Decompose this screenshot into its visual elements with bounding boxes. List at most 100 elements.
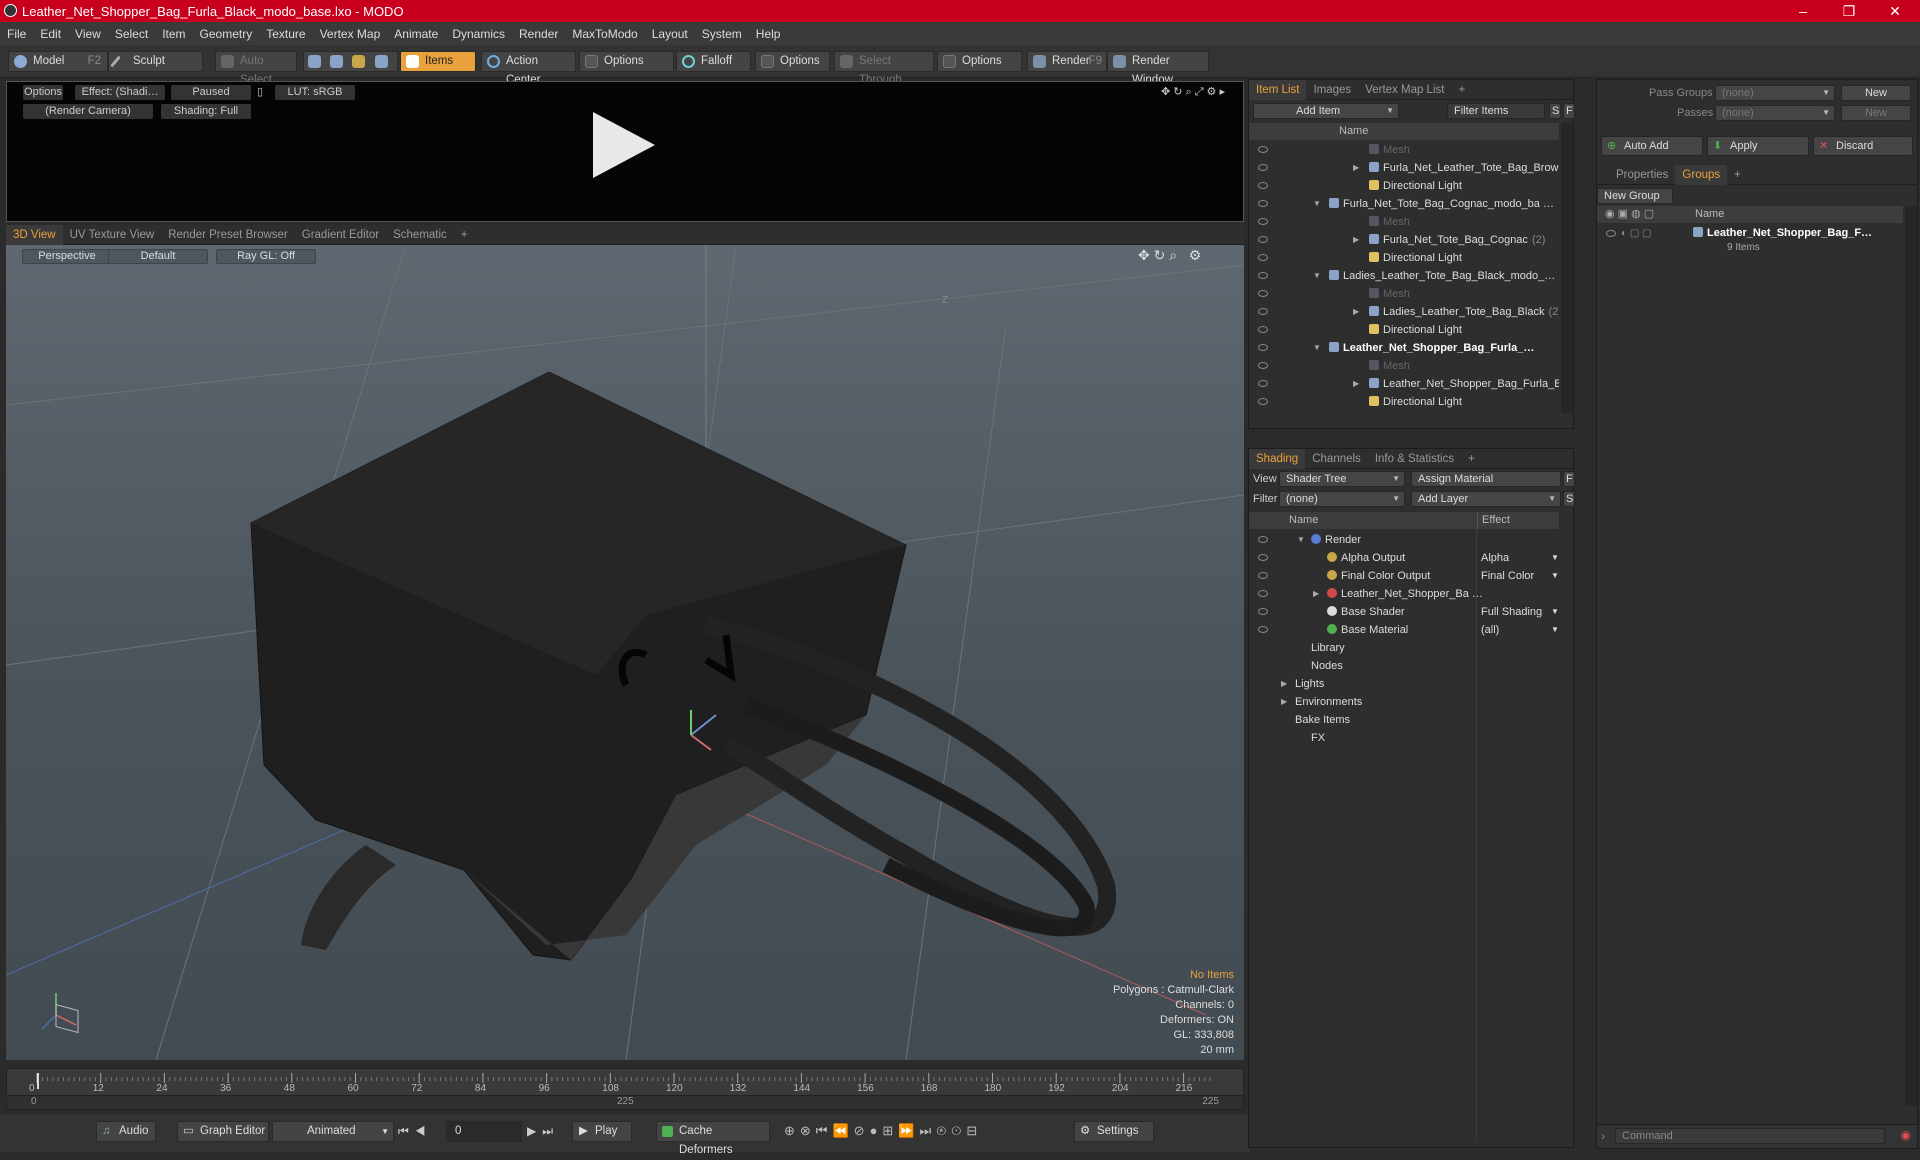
visibility-eye-icon[interactable]: [1258, 236, 1268, 243]
shader-tree-row[interactable]: ▶ Lights: [1249, 675, 1559, 693]
shader-tree-row[interactable]: FX: [1249, 729, 1559, 747]
expand-right-icon[interactable]: ▶: [1313, 585, 1319, 603]
materials-mode-icon[interactable]: [374, 55, 388, 68]
filter-f-button[interactable]: F: [1563, 103, 1575, 119]
expand-right-icon[interactable]: ▶: [1281, 675, 1287, 693]
expand-right-icon[interactable]: ▶: [1353, 231, 1359, 249]
tab-groups[interactable]: Groups: [1675, 164, 1728, 185]
tab-properties[interactable]: Properties: [1609, 165, 1675, 185]
visibility-eye-icon[interactable]: [1258, 554, 1268, 561]
vertices-mode-icon[interactable]: [308, 55, 321, 68]
visibility-icon[interactable]: [1606, 230, 1616, 237]
new-pass-button[interactable]: New: [1841, 105, 1911, 121]
item-list-row[interactable]: ▶ Furla_Net_Leather_Tote_Bag_Brown(2): [1249, 159, 1559, 177]
item-list-row[interactable]: Directional Light: [1249, 249, 1559, 267]
tab-channels[interactable]: Channels: [1305, 449, 1368, 469]
pass-groups-dropdown[interactable]: (none) ▼: [1715, 85, 1835, 101]
menu-maxtomodo[interactable]: MaxToModo: [565, 27, 644, 41]
graph-editor-button[interactable]: ▭ Graph Editor: [177, 1121, 269, 1142]
add-tab-button[interactable]: +: [1461, 449, 1482, 469]
sculpt-mode-button[interactable]: Sculpt: [108, 51, 203, 72]
menu-render[interactable]: Render: [512, 27, 565, 41]
discard-button[interactable]: ✕ Discard: [1813, 136, 1913, 156]
item-list-row[interactable]: Mesh: [1249, 141, 1559, 159]
assign-material-button[interactable]: Assign Material: [1411, 471, 1561, 487]
item-list-row[interactable]: ▶ Furla_Net_Tote_Bag_Cognac (2): [1249, 231, 1559, 249]
tab-item-list[interactable]: Item List: [1249, 79, 1307, 100]
menu-edit[interactable]: Edit: [33, 27, 68, 41]
select-options-button[interactable]: Options: [937, 51, 1022, 72]
menu-geometry[interactable]: Geometry: [193, 27, 260, 41]
shading-dropdown[interactable]: Shading: Full: [161, 104, 251, 119]
expand-right-icon[interactable]: ▶: [1353, 303, 1359, 321]
shader-tree-row[interactable]: ▶ Leather_Net_Shopper_Ba …: [1249, 585, 1559, 603]
lut-dropdown[interactable]: LUT: sRGB: [275, 85, 355, 100]
filter-s-button[interactable]: S: [1549, 103, 1561, 119]
3d-viewport[interactable]: Perspective Default Ray GL: Off ✥ ↻ ⌕ ⚙ …: [6, 245, 1244, 1060]
select-through-button[interactable]: Select Through: [834, 51, 934, 86]
preview-options-button[interactable]: Options: [23, 85, 63, 100]
chevron-down-icon[interactable]: ▼: [1551, 603, 1559, 621]
passes-dropdown[interactable]: (none) ▼: [1715, 105, 1835, 121]
visibility-eye-icon[interactable]: [1258, 218, 1268, 225]
group-toggle-icons[interactable]: ◐ ▢ ▢: [1621, 228, 1652, 239]
apply-button[interactable]: ⬇ Apply: [1707, 136, 1809, 156]
tab-render-preset-browser[interactable]: Render Preset Browser: [161, 225, 295, 245]
visibility-eye-icon[interactable]: [1258, 608, 1268, 615]
effect-dropdown[interactable]: Final Color: [1481, 567, 1534, 585]
visibility-eye-icon[interactable]: [1258, 572, 1268, 579]
shader-tree-row[interactable]: Base Shader Full Shading ▼: [1249, 603, 1559, 621]
render-button[interactable]: Render F9: [1027, 51, 1107, 72]
menu-system[interactable]: System: [695, 27, 749, 41]
animated-dropdown[interactable]: Animated ▼: [272, 1121, 394, 1142]
command-input[interactable]: Command: [1615, 1128, 1885, 1144]
lock-icon[interactable]: ▯: [255, 85, 265, 100]
visibility-eye-icon[interactable]: [1258, 290, 1268, 297]
menu-texture[interactable]: Texture: [259, 27, 312, 41]
menu-layout[interactable]: Layout: [645, 27, 695, 41]
auto-select-button[interactable]: Auto Select: [215, 51, 297, 86]
visibility-eye-icon[interactable]: [1258, 308, 1268, 315]
effect-dropdown[interactable]: Full Shading: [1481, 603, 1542, 621]
visibility-eye-icon[interactable]: [1258, 272, 1268, 279]
filter-items-input[interactable]: Filter Items: [1447, 103, 1545, 119]
close-button[interactable]: ✕: [1872, 0, 1918, 22]
expand-down-icon[interactable]: ▼: [1313, 339, 1321, 357]
shader-tree-row[interactable]: Final Color Output Final Color ▼: [1249, 567, 1559, 585]
visibility-eye-icon[interactable]: [1258, 254, 1268, 261]
tab-schematic[interactable]: Schematic: [386, 225, 454, 245]
items-mode-button[interactable]: Items: [400, 51, 476, 72]
tab-gradient-editor[interactable]: Gradient Editor: [295, 225, 386, 245]
visibility-eye-icon[interactable]: [1258, 590, 1268, 597]
minimize-button[interactable]: –: [1780, 0, 1826, 22]
menu-animate[interactable]: Animate: [387, 27, 445, 41]
play-icon[interactable]: [593, 112, 655, 178]
transport-forward-buttons[interactable]: ▶⏭: [527, 1124, 559, 1139]
expand-right-icon[interactable]: ▶: [1353, 159, 1359, 177]
menu-view[interactable]: View: [68, 27, 108, 41]
tab-3d-view[interactable]: 3D View: [6, 224, 63, 245]
playhead[interactable]: [37, 1073, 39, 1089]
add-item-dropdown[interactable]: Add Item ▼: [1253, 103, 1399, 119]
transport-back-buttons[interactable]: ⏮◀: [398, 1124, 432, 1139]
view-dropdown[interactable]: Shader Tree ▼: [1279, 471, 1405, 487]
menu-help[interactable]: Help: [749, 27, 788, 41]
visibility-eye-icon[interactable]: [1258, 398, 1268, 405]
visibility-eye-icon[interactable]: [1258, 626, 1268, 633]
preview-nav-icons[interactable]: ✥ ↻ ⌕ ⤢ ⚙ ▸: [1125, 85, 1225, 100]
render-window-button[interactable]: Render Window: [1107, 51, 1209, 86]
expand-right-icon[interactable]: ▶: [1353, 375, 1359, 393]
item-list-row[interactable]: Mesh: [1249, 285, 1559, 303]
item-list-row[interactable]: Directional Light: [1249, 321, 1559, 339]
shader-tree-row[interactable]: ▶ Environments: [1249, 693, 1559, 711]
shader-tree-row[interactable]: Base Material (all) ▼: [1249, 621, 1559, 639]
menu-vertex-map[interactable]: Vertex Map: [313, 27, 388, 41]
item-list-row[interactable]: ▼ Furla_Net_Tote_Bag_Cognac_modo_ba …: [1249, 195, 1559, 213]
visibility-eye-icon[interactable]: [1258, 182, 1268, 189]
expand-down-icon[interactable]: ▼: [1313, 195, 1321, 213]
timeline[interactable]: 0 12 24 36 48 60 72 84 96 108 120 132 144 156 168 180 19…: [6, 1068, 1244, 1110]
filter-dropdown[interactable]: (none) ▼: [1279, 491, 1405, 507]
timeline-range-bar[interactable]: 0 225 225: [7, 1095, 1243, 1109]
command-stop-icon[interactable]: ◉: [1901, 1128, 1911, 1142]
polygons-mode-icon[interactable]: [352, 55, 366, 68]
